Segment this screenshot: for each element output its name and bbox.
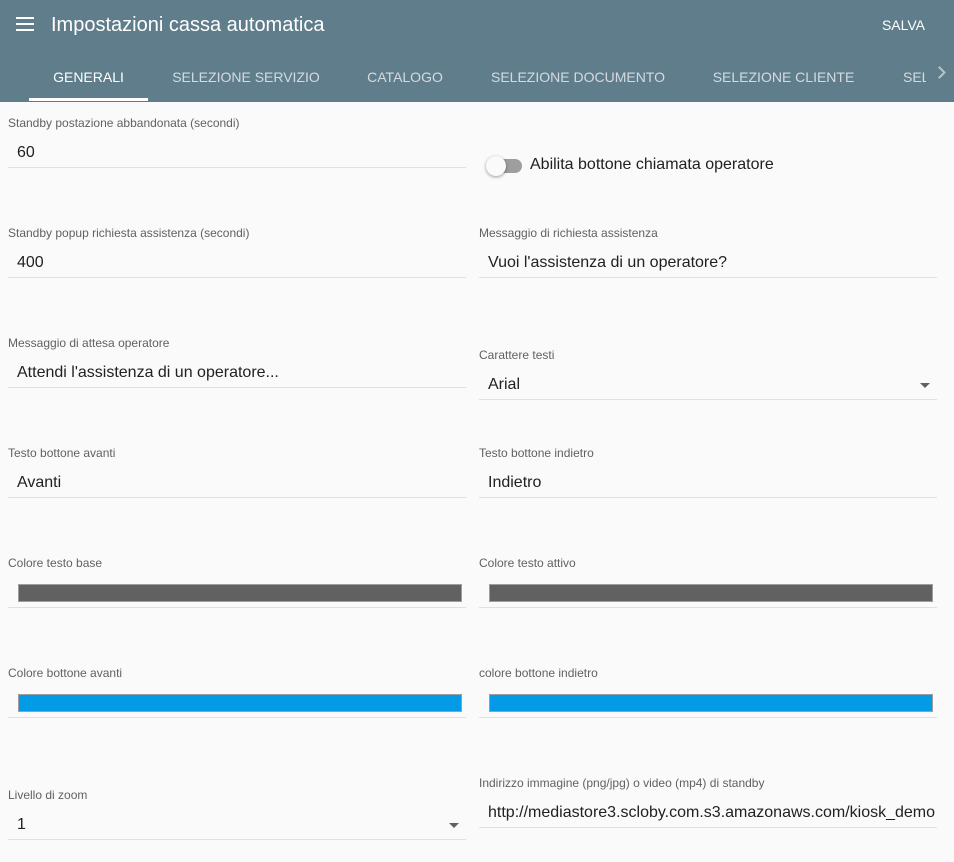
testo-indietro-label: Testo bottone indietro <box>479 446 594 460</box>
tab-bar: GENERALI SELEZIONE SERVIZIO CATALOGO SEL… <box>0 54 954 102</box>
carattere-testi-select[interactable]: Arial <box>488 375 908 395</box>
standby-popup-label: Standby popup richiesta assistenza (seco… <box>8 226 250 240</box>
colore-bottone-avanti-label: Colore bottone avanti <box>8 666 123 680</box>
save-button[interactable]: SALVA <box>882 16 925 34</box>
messaggio-richiesta-input[interactable]: Vuoi l'assistenza di un operatore? <box>488 253 936 273</box>
testo-indietro-input[interactable]: Indietro <box>488 473 936 493</box>
menu-icon[interactable] <box>16 17 34 31</box>
carattere-testi-underline <box>479 399 937 400</box>
carattere-testi-label: Carattere testi <box>479 348 555 362</box>
colore-testo-base-label: Colore testo base <box>8 556 103 570</box>
colore-bottone-indietro-underline <box>479 717 937 718</box>
colore-testo-base-swatch[interactable] <box>18 584 462 602</box>
standby-postazione-input[interactable]: 60 <box>17 143 457 163</box>
messaggio-richiesta-underline <box>479 277 937 278</box>
testo-avanti-label: Testo bottone avanti <box>8 446 116 460</box>
tab-active-indicator <box>29 98 148 101</box>
carattere-testi-arrow-icon[interactable] <box>920 383 930 388</box>
colore-testo-attivo-underline <box>479 607 937 608</box>
standby-popup-input[interactable]: 400 <box>17 253 457 273</box>
page-title: Impostazioni cassa automatica <box>51 14 325 36</box>
tab-selezione-documento[interactable]: SELEZIONE DOCUMENTO <box>478 54 678 102</box>
colore-bottone-avanti-underline <box>8 717 466 718</box>
messaggio-attesa-label: Messaggio di attesa operatore <box>8 336 170 350</box>
colore-testo-base-underline <box>8 607 466 608</box>
messaggio-attesa-input[interactable]: Attendi l'assistenza di un operatore... <box>17 363 457 383</box>
colore-bottone-avanti-swatch[interactable] <box>18 694 462 712</box>
operator-button-label: Abilita bottone chiamata operatore <box>530 156 774 173</box>
testo-avanti-underline <box>8 497 466 498</box>
colore-bottone-indietro-swatch[interactable] <box>489 694 933 712</box>
tab-generali[interactable]: GENERALI <box>29 54 148 102</box>
livello-zoom-select[interactable]: 1 <box>17 815 437 835</box>
operator-button-toggle[interactable] <box>486 156 522 176</box>
standby-popup-underline <box>8 277 466 278</box>
tab-selezione-cliente[interactable]: SELEZIONE CLIENTE <box>698 54 869 102</box>
testo-indietro-underline <box>479 497 937 498</box>
indirizzo-standby-underline <box>479 827 937 828</box>
standby-postazione-underline <box>8 167 466 168</box>
tab-catalogo[interactable]: CATALOGO <box>352 54 458 102</box>
livello-zoom-label: Livello di zoom <box>8 788 88 802</box>
toggle-thumb <box>486 156 506 176</box>
tab-selezione-servizio[interactable]: SELEZIONE SERVIZIO <box>160 54 332 102</box>
livello-zoom-arrow-icon[interactable] <box>449 823 459 828</box>
colore-bottone-indietro-label: colore bottone indietro <box>479 666 598 680</box>
standby-postazione-label: Standby postazione abbandonata (secondi) <box>8 116 240 130</box>
indirizzo-standby-input[interactable]: http://mediastore3.scloby.com.s3.amazona… <box>488 803 936 823</box>
colore-testo-attivo-swatch[interactable] <box>489 584 933 602</box>
colore-testo-attivo-label: Colore testo attivo <box>479 556 576 570</box>
testo-avanti-input[interactable]: Avanti <box>17 473 457 493</box>
livello-zoom-underline <box>8 839 466 840</box>
messaggio-attesa-underline <box>8 387 466 388</box>
messaggio-richiesta-label: Messaggio di richiesta assistenza <box>479 226 658 240</box>
indirizzo-standby-label: Indirizzo immagine (png/jpg) o video (mp… <box>479 776 765 790</box>
